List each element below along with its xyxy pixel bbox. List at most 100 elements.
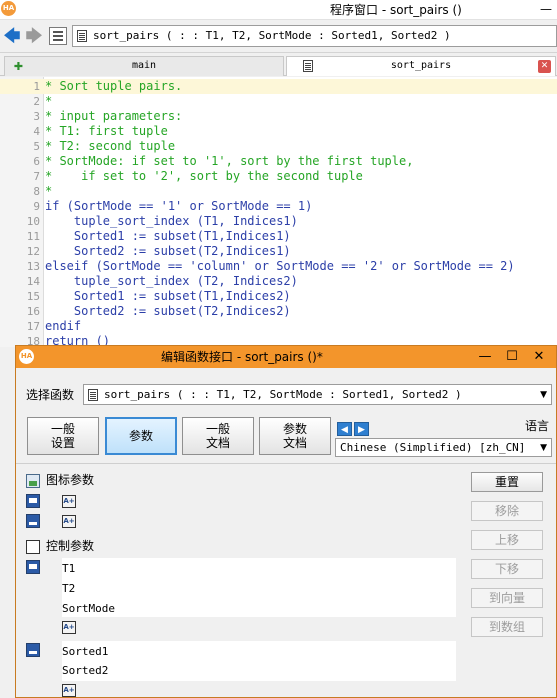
forward-arrow-icon[interactable]: 🡆 <box>25 27 43 45</box>
input-control-icon <box>26 560 40 574</box>
code-text: * T1: first tuple <box>45 124 168 138</box>
code-line[interactable]: 17 endif <box>0 319 557 334</box>
code-line[interactable]: 16 Sorted2 := subset(T2,Indices2) <box>0 304 557 319</box>
code-text: * T2: second tuple <box>45 139 176 153</box>
code-text: * Sort tuple pairs. <box>45 79 183 93</box>
tab-general-settings[interactable]: 一般 设置 <box>27 417 99 455</box>
code-text: * SortMode: if set to '1', sort by the f… <box>45 154 414 168</box>
line-number: 16 <box>26 305 40 318</box>
dialog-title: 编辑函数接口 - sort_pairs ()* <box>161 350 323 364</box>
code-text: * <box>45 94 53 108</box>
control-parameters-label: 控制参数 <box>46 539 95 553</box>
add-parameter-icon[interactable]: A+ <box>62 684 76 697</box>
tab-main-label: main <box>131 60 157 71</box>
tab-main[interactable]: ✚ main <box>4 56 284 76</box>
code-text: * if set to '2', sort by the second tupl… <box>45 169 363 183</box>
minimize-button[interactable]: — <box>537 1 555 17</box>
procedure-doc-icon <box>77 30 87 42</box>
input-control-list <box>62 558 456 617</box>
control-parameters-section[interactable]: 控制参数 <box>26 537 94 555</box>
line-number: 2 <box>33 95 40 108</box>
list-item[interactable]: Sorted1 <box>62 644 108 660</box>
code-text: * <box>45 184 53 198</box>
language-nav: ◀ ▶ <box>337 417 377 436</box>
code-line[interactable]: 14 tuple_sort_index (T2, Indices2) <box>0 274 557 289</box>
code-line[interactable]: 5 * T2: second tuple <box>0 139 557 154</box>
code-line[interactable]: 7 * if set to '2', sort by the second tup… <box>0 169 557 184</box>
edit-procedure-interface-dialog: HA 编辑函数接口 - sort_pairs ()* — ☐ ✕ 选择函数 so… <box>15 345 557 698</box>
language-dropdown[interactable]: Chinese (Simplified) [zh_CN] ▼ <box>335 438 552 457</box>
to-vector-button[interactable]: 到向量 <box>471 588 543 608</box>
output-control-icon <box>26 643 40 657</box>
code-editor[interactable]: 1 * Sort tuple pairs. 2 * 3 * input parameter… <box>0 77 557 348</box>
line-number: 5 <box>33 140 40 153</box>
tab-parameters[interactable]: 参数 <box>105 417 177 455</box>
remove-button[interactable]: 移除 <box>471 501 543 521</box>
language-value: Chinese (Simplified) [zh_CN] <box>340 441 526 454</box>
procedure-selector[interactable]: sort_pairs ( : : T1, T2, SortMode : Sort… <box>72 25 557 47</box>
image-icon <box>26 473 40 488</box>
tab-parameter-documentation[interactable]: 参数 文档 <box>259 417 331 455</box>
list-item[interactable]: T2 <box>62 581 75 597</box>
dialog-close-button[interactable]: ✕ <box>528 347 550 367</box>
move-up-button[interactable]: 上移 <box>471 530 543 550</box>
language-label: 语言 <box>525 419 550 433</box>
dialog-minimize-button[interactable]: — <box>474 347 496 367</box>
line-number: 3 <box>33 110 40 123</box>
line-number: 11 <box>26 230 40 243</box>
halcon-logo-icon: HA <box>19 349 34 364</box>
procedure-signature: sort_pairs ( : : T1, T2, SortMode : Sort… <box>93 29 451 42</box>
main-procedure-icon: ✚ <box>13 60 24 73</box>
code-line[interactable]: 15 Sorted1 := subset(T1,Indices2) <box>0 289 557 304</box>
tab-general-documentation[interactable]: 一般 文档 <box>182 417 254 455</box>
code-line[interactable]: 12 Sorted2 := subset(T2,Indices1) <box>0 244 557 259</box>
back-arrow-icon[interactable]: 🡄 <box>3 27 21 45</box>
procedure-list-icon[interactable] <box>49 27 67 45</box>
select-procedure-dropdown[interactable]: sort_pairs ( : : T1, T2, SortMode : Sort… <box>83 384 552 405</box>
list-item[interactable]: Sorted2 <box>62 663 108 679</box>
code-text: Sorted1 := subset(T1,Indices2) <box>45 289 291 303</box>
code-line[interactable]: 6 * SortMode: if set to '1', sort by the … <box>0 154 557 169</box>
add-parameter-icon[interactable]: A+ <box>62 495 76 508</box>
line-number: 9 <box>33 200 40 213</box>
language-next-icon[interactable]: ▶ <box>354 422 369 436</box>
line-number: 4 <box>33 125 40 138</box>
chevron-down-icon: ▼ <box>540 443 547 453</box>
code-line[interactable]: 11 Sorted1 := subset(T1,Indices1) <box>0 229 557 244</box>
language-prev-icon[interactable]: ◀ <box>337 422 352 436</box>
chevron-down-icon: ▼ <box>540 390 547 400</box>
tab-sort-pairs-label: sort_pairs <box>390 60 452 71</box>
code-text: Sorted2 := subset(T2,Indices1) <box>45 244 291 258</box>
code-line[interactable]: 1 * Sort tuple pairs. <box>0 79 557 94</box>
code-line[interactable]: 13 elseif (SortMode == 'column' or SortMo… <box>0 259 557 274</box>
dialog-titlebar[interactable]: HA 编辑函数接口 - sort_pairs ()* — ☐ ✕ <box>16 346 556 368</box>
list-item[interactable]: SortMode <box>62 601 115 617</box>
code-line[interactable]: 3 * input parameters: <box>0 109 557 124</box>
close-tab-icon[interactable]: ✕ <box>538 60 551 73</box>
reset-button[interactable]: 重置 <box>471 472 543 492</box>
code-line[interactable]: 10 tuple_sort_index (T1, Indices1) <box>0 214 557 229</box>
line-number: 12 <box>26 245 40 258</box>
code-text: Sorted1 := subset(T1,Indices1) <box>45 229 291 243</box>
parameter-tree: 图标参数 A+ A+ 控制参数 T1 T2 SortMode A+ Sorted… <box>26 471 461 698</box>
iconic-parameters-section[interactable]: 图标参数 <box>26 471 94 489</box>
line-number: 17 <box>26 320 40 333</box>
line-number: 15 <box>26 290 40 303</box>
tab-sort-pairs[interactable]: sort_pairs ✕ <box>286 56 556 76</box>
add-parameter-icon[interactable]: A+ <box>62 515 76 528</box>
input-iconic-icon <box>26 494 40 508</box>
code-line[interactable]: 2 * <box>0 94 557 109</box>
code-line[interactable]: 8 * <box>0 184 557 199</box>
output-control-list <box>62 641 456 681</box>
procedure-doc-icon <box>88 389 98 401</box>
code-line[interactable]: 4 * T1: first tuple <box>0 124 557 139</box>
add-parameter-icon[interactable]: A+ <box>62 621 76 634</box>
list-item[interactable]: T1 <box>62 561 75 577</box>
procedure-doc-icon <box>303 60 313 72</box>
to-array-button[interactable]: 到数组 <box>471 617 543 637</box>
move-down-button[interactable]: 下移 <box>471 559 543 579</box>
code-line[interactable]: 9 if (SortMode == '1' or SortMode == 1) <box>0 199 557 214</box>
code-text: Sorted2 := subset(T2,Indices2) <box>45 304 291 318</box>
line-number: 6 <box>33 155 40 168</box>
dialog-maximize-button[interactable]: ☐ <box>501 347 523 367</box>
